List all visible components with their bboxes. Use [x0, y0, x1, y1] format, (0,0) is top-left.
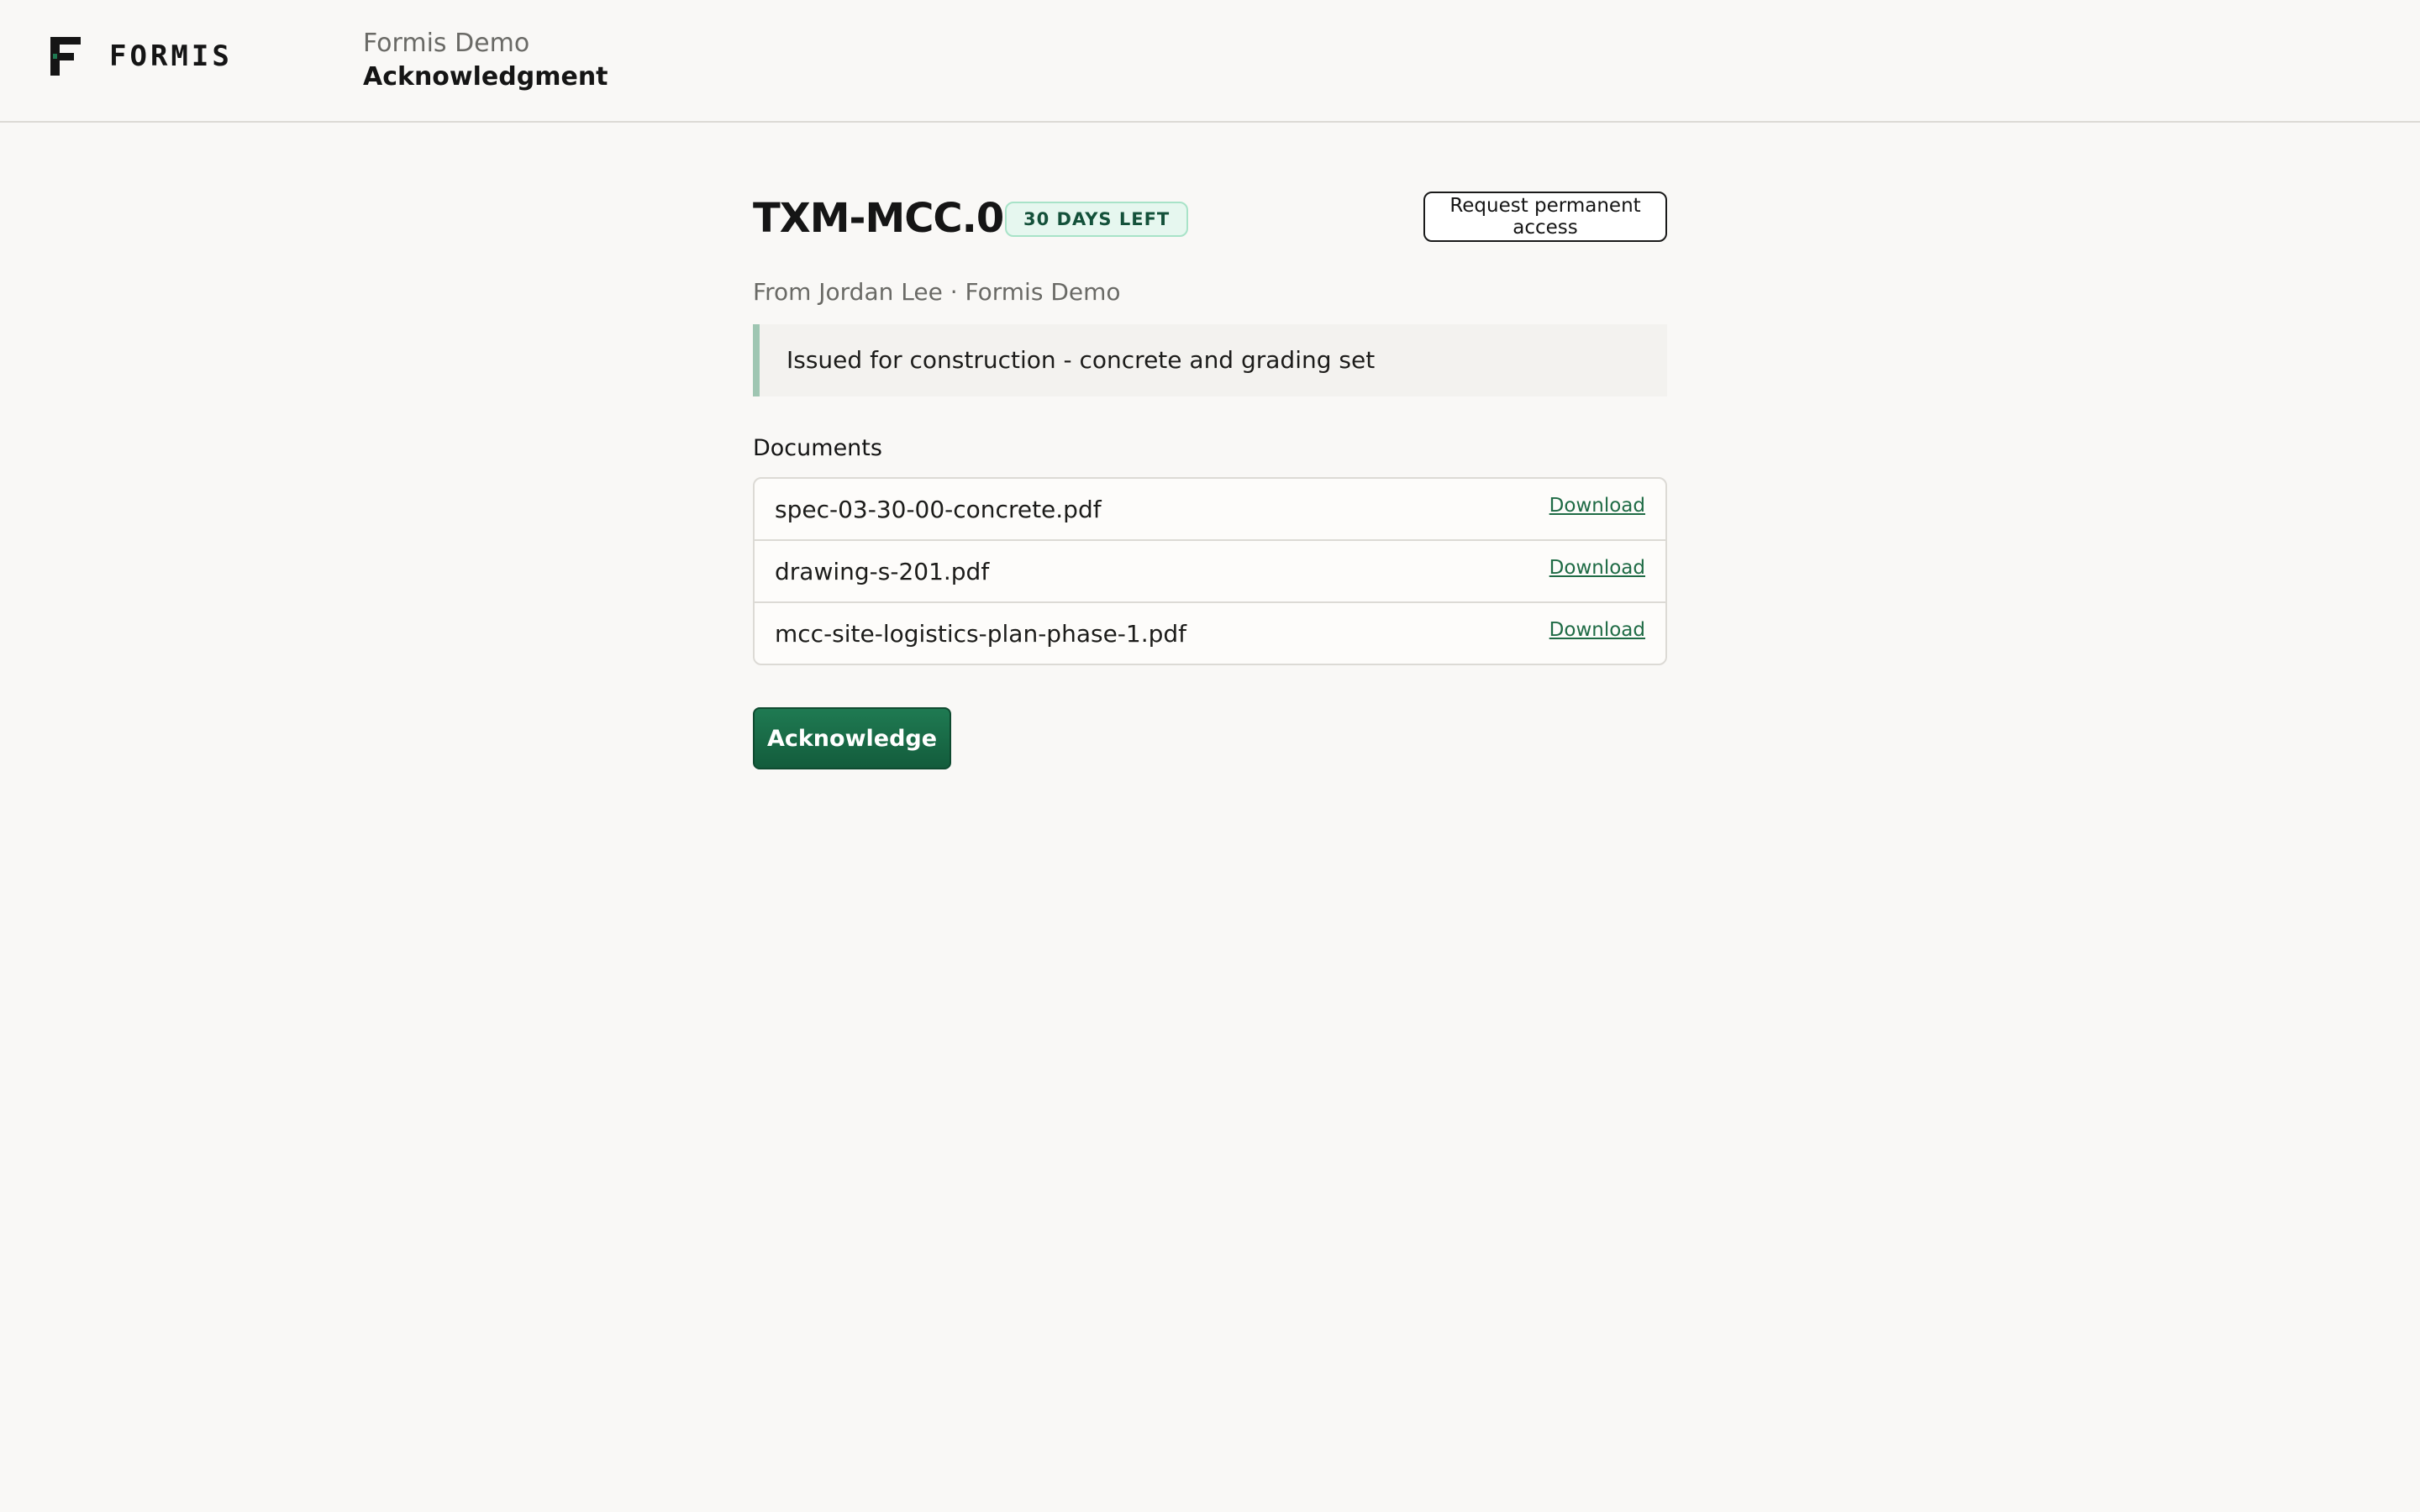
main-content: TXM-MCC.002 30 DAYS LEFT Request permane… — [753, 190, 1667, 769]
documents-list: spec-03-30-00-concrete.pdf Download draw… — [753, 477, 1667, 665]
brand-logo[interactable]: FORMIS — [50, 37, 233, 76]
document-row: spec-03-30-00-concrete.pdf Download — [755, 479, 1665, 539]
formis-f-logo-icon — [50, 37, 81, 76]
document-row: mcc-site-logistics-plan-phase-1.pdf Down… — [755, 601, 1665, 664]
title-row: TXM-MCC.002 30 DAYS LEFT Request permane… — [753, 190, 1667, 249]
brand-name: FORMIS — [109, 39, 233, 73]
breadcrumb: Formis Demo Acknowledgment — [363, 27, 608, 94]
document-name: mcc-site-logistics-plan-phase-1.pdf — [775, 619, 1187, 648]
transmittal-message: Issued for construction - concrete and g… — [753, 324, 1667, 396]
document-row: drawing-s-201.pdf Download — [755, 539, 1665, 601]
download-link[interactable]: Download — [1549, 495, 1645, 517]
top-bar: FORMIS Formis Demo Acknowledgment — [0, 0, 2420, 123]
document-name: drawing-s-201.pdf — [775, 557, 990, 585]
download-link[interactable]: Download — [1549, 557, 1645, 579]
request-permanent-access-button[interactable]: Request permanent access — [1423, 192, 1667, 242]
documents-heading: Documents — [753, 435, 882, 461]
download-link[interactable]: Download — [1549, 619, 1645, 641]
acknowledge-button[interactable]: Acknowledge — [753, 707, 951, 769]
sender-line: From Jordan Lee · Formis Demo — [753, 278, 1121, 306]
breadcrumb-org: Formis Demo — [363, 29, 530, 58]
days-left-badge: 30 DAYS LEFT — [1005, 202, 1189, 237]
page-title: Acknowledgment — [363, 62, 608, 92]
document-name: spec-03-30-00-concrete.pdf — [775, 495, 1102, 523]
